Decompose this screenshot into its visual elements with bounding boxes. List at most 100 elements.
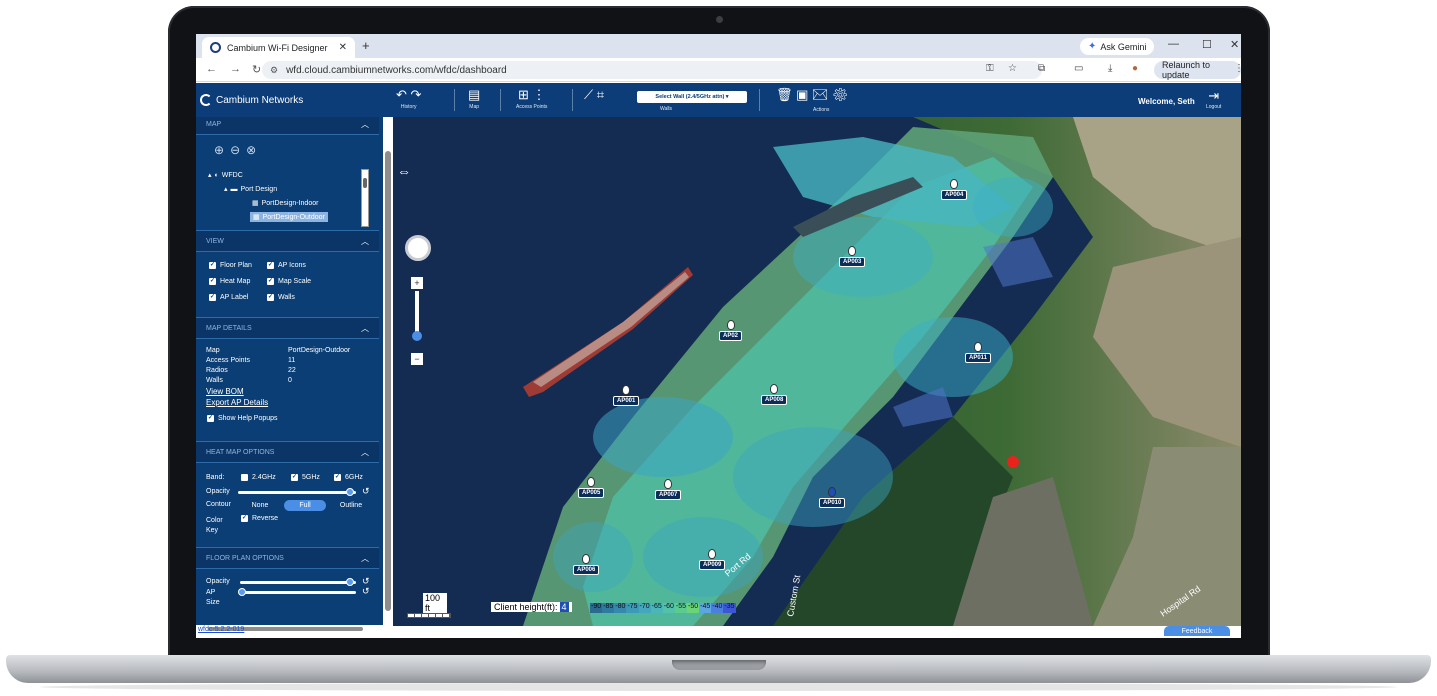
section-map[interactable]: MAP ︿ — [196, 117, 379, 135]
collapse-icon[interactable]: ︿ — [361, 553, 369, 564]
map-ruler-icon[interactable]: ▤ — [468, 87, 480, 104]
ap-marker[interactable]: AP003 — [839, 246, 866, 267]
feedback-button[interactable]: Feedback — [1164, 626, 1230, 636]
band-24-checkbox[interactable]: 2.4GHz — [241, 474, 276, 481]
download-icon[interactable]: ⤓ — [1108, 63, 1112, 74]
collapse-icon[interactable]: ︿ — [361, 447, 369, 458]
add-ap-icon[interactable]: ⊞ ⋮ — [518, 87, 546, 104]
minimize-button[interactable]: — — [1168, 38, 1179, 50]
reset-icon[interactable]: ⊗ — [246, 143, 262, 157]
section-map-details[interactable]: MAP DETAILS ︿ — [196, 317, 379, 339]
forward-icon[interactable]: → — [230, 63, 241, 75]
contour-full-option[interactable]: Full — [284, 500, 326, 511]
zoom-in-icon[interactable]: ⊕ — [214, 143, 230, 157]
sidebar-scrollbar[interactable] — [383, 117, 393, 625]
browser-tab[interactable]: Cambium Wi-Fi Designer ✕ — [202, 37, 355, 58]
ap-marker[interactable]: AP004 — [941, 179, 968, 200]
password-key-icon[interactable]: ⚿ — [986, 63, 994, 74]
actions-icons[interactable]: 🗑 ▣ ✉ ⚙ — [776, 87, 849, 104]
heat-map-checkbox[interactable]: ✓ Heat Map — [209, 278, 250, 285]
tree-item-indoor[interactable]: ▦ PortDesign-Indoor — [252, 199, 319, 208]
fp-opacity-knob[interactable] — [346, 578, 355, 586]
ap-label: AP008 — [761, 395, 788, 405]
back-icon[interactable]: ← — [206, 63, 217, 75]
draw-line-icon[interactable]: ⟋ ⌗ — [584, 87, 604, 104]
ap-marker[interactable]: AP011 — [965, 342, 992, 363]
collapse-icon[interactable]: ︿ — [361, 236, 369, 247]
walls-draw-tool[interactable]: ⟋ ⌗ — [584, 87, 604, 104]
reload-icon[interactable]: ↻ — [252, 63, 261, 76]
new-tab-button[interactable]: + — [362, 38, 370, 53]
tree-root[interactable]: ▴ ◐ WFDC — [208, 171, 243, 180]
heat-opacity-slider[interactable] — [238, 491, 356, 494]
undo-redo-icon[interactable]: ↶ ↷ — [396, 87, 421, 104]
client-height-value[interactable]: 4 — [559, 602, 569, 612]
collapse-icon[interactable]: ︿ — [361, 323, 369, 334]
heat-opacity-knob[interactable] — [346, 488, 355, 496]
ap-icons-checkbox[interactable]: ✓ AP Icons — [267, 262, 306, 269]
ap-marker[interactable]: AP010 — [819, 487, 846, 508]
site-info-icon[interactable]: ⚙ — [270, 65, 278, 76]
floor-plan-checkbox[interactable]: ✓ Floor Plan — [209, 262, 252, 269]
red-location-marker[interactable] — [1007, 456, 1019, 468]
tab-close-button[interactable]: ✕ — [339, 42, 347, 53]
ap-marker[interactable]: AP008 — [761, 384, 788, 405]
wall-select-dropdown[interactable]: Select Wall (2.4/5GHz attn) ▾ — [637, 91, 747, 103]
ap-size-slider[interactable] — [240, 591, 356, 594]
extensions-icon[interactable]: ⧉ — [1038, 63, 1045, 74]
actions-tool[interactable]: 🗑 ▣ ✉ ⚙ — [776, 87, 849, 104]
band-6-checkbox[interactable]: ✓ 6GHz — [334, 474, 363, 481]
map-zoom-knob[interactable] — [412, 331, 422, 341]
logout-button[interactable]: ⇥ Logout — [1206, 88, 1221, 110]
ap-marker[interactable]: AP006 — [573, 554, 600, 575]
contour-none-option[interactable]: None — [240, 500, 280, 511]
ap-marker[interactable]: AP007 — [655, 479, 682, 500]
ap-marker[interactable]: AP001 — [613, 385, 640, 406]
map-zoom-in-button[interactable]: + — [411, 277, 423, 289]
walls-checkbox[interactable]: ✓ Walls — [267, 294, 295, 301]
band-5-checkbox[interactable]: ✓ 5GHz — [291, 474, 320, 481]
section-floor-plan-options[interactable]: FLOOR PLAN OPTIONS ︿ — [196, 547, 379, 569]
profile-avatar-icon[interactable]: ● — [1132, 63, 1138, 74]
export-ap-link[interactable]: Export AP Details — [206, 398, 268, 407]
tree-item-indoor-label: PortDesign-Indoor — [261, 199, 319, 207]
tab-search-icon[interactable]: ▭ — [1074, 63, 1083, 74]
reset-opacity-icon[interactable]: ↺ — [362, 486, 370, 497]
relaunch-button[interactable]: Relaunch to update — [1154, 60, 1241, 80]
map-compass-button[interactable] — [405, 235, 431, 261]
ap-label-checkbox[interactable]: ✓ AP Label — [209, 294, 248, 301]
reset-ap-size-icon[interactable]: ↺ — [362, 586, 370, 597]
map-scale-checkbox[interactable]: ✓ Map Scale — [267, 278, 311, 285]
maximize-button[interactable]: ☐ — [1202, 38, 1212, 51]
view-bom-link[interactable]: View BOM — [206, 387, 244, 396]
browser-menu-icon[interactable]: ⋮ — [1234, 63, 1241, 74]
tree-item-outdoor[interactable]: ▦ PortDesign-Outdoor — [250, 212, 328, 222]
section-view[interactable]: VIEW ︿ — [196, 230, 379, 252]
tree-scrollbar[interactable] — [361, 169, 369, 227]
version-link[interactable]: wfdc-5.2.2-019 — [198, 626, 244, 633]
ap-size-knob[interactable] — [238, 588, 247, 596]
ask-gemini-button[interactable]: ✦ Ask Gemini — [1080, 38, 1155, 55]
url-field[interactable]: ⚙ wfd.cloud.cambiumnetworks.com/wfdc/das… — [262, 61, 1042, 79]
fp-opacity-slider[interactable] — [240, 581, 356, 584]
help-popups-checkbox[interactable]: ✓ Show Help Popups — [207, 415, 278, 422]
collapse-icon[interactable]: ︿ — [361, 119, 369, 130]
reverse-checkbox[interactable]: ✓ Reverse — [241, 515, 278, 522]
map-zoom-out-button[interactable]: − — [411, 353, 423, 365]
zoom-out-icon[interactable]: ⊖ — [230, 143, 246, 157]
pan-arrows-icon[interactable]: ⇔ — [397, 163, 411, 179]
ap-marker[interactable]: AP005 — [578, 477, 605, 498]
access-points-tool[interactable]: ⊞ ⋮ Access Points — [516, 87, 547, 110]
ap-label: AP02 — [719, 331, 743, 341]
map-tool[interactable]: ▤ Map — [468, 87, 480, 110]
history-tool[interactable]: ↶ ↷ History — [396, 87, 421, 110]
bookmark-star-icon[interactable]: ☆ — [1008, 63, 1017, 74]
contour-outline-option[interactable]: Outline — [330, 500, 372, 511]
ap-marker[interactable]: AP009 — [699, 549, 726, 570]
ap-marker[interactable]: AP02 — [719, 320, 743, 341]
map-canvas[interactable]: Port Rd Custom St Hospital Rd ⇔ + − AP00… — [393, 117, 1241, 626]
close-window-button[interactable]: ✕ — [1230, 38, 1239, 51]
tree-folder[interactable]: ▴ ▬ Port Design — [224, 185, 277, 194]
section-heat-map-options[interactable]: HEAT MAP OPTIONS ︿ — [196, 441, 379, 463]
tab-title: Cambium Wi-Fi Designer — [227, 42, 328, 53]
